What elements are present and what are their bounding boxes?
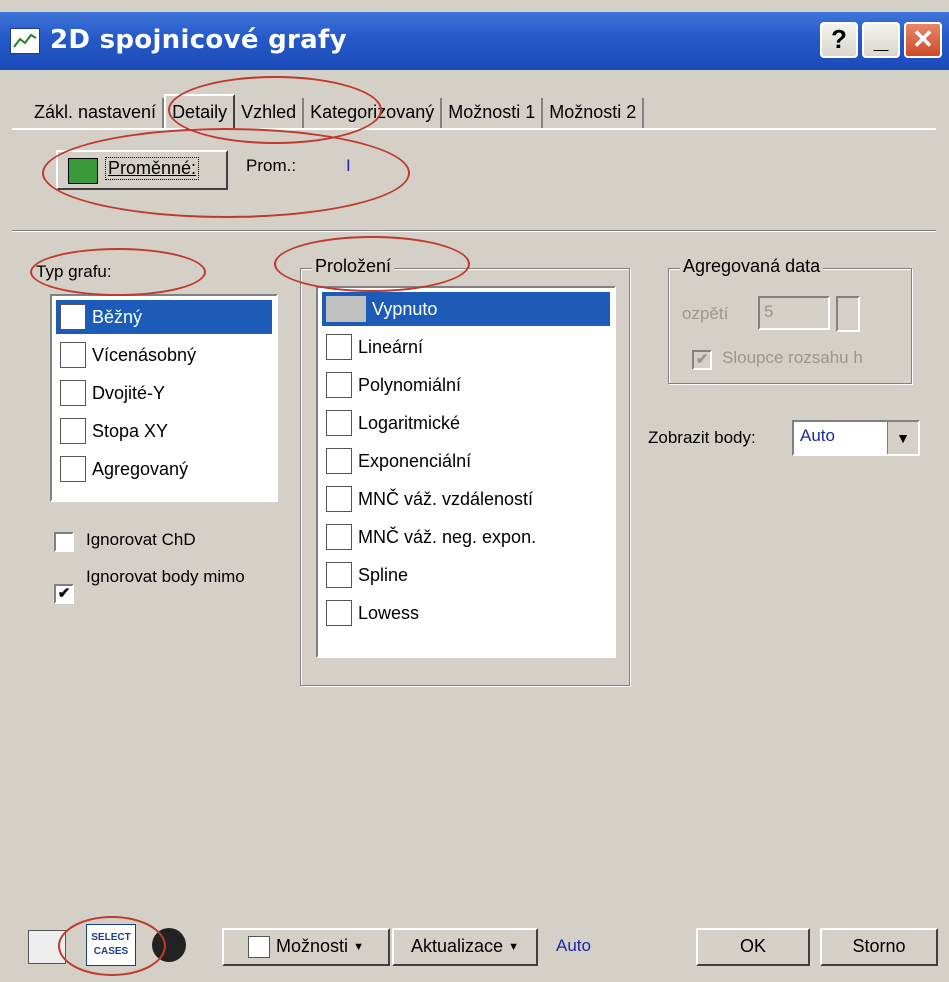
fit-item[interactable]: Vypnuto: [322, 292, 610, 326]
range-field[interactable]: 5: [758, 296, 830, 330]
columns-label: Sloupce rozsahu h: [722, 348, 863, 367]
app-icon: [10, 28, 40, 54]
fit-list[interactable]: Vypnuto Lineární Polynomiální Logaritmic…: [316, 286, 616, 658]
update-button[interactable]: Aktualizace ▼: [392, 928, 538, 966]
fit-logarithmic-icon: [326, 410, 352, 436]
fit-item[interactable]: Spline: [322, 558, 408, 592]
show-points-select[interactable]: Auto ▼: [792, 420, 920, 456]
fit-linear-icon: [326, 334, 352, 360]
chart-double-y-icon: [60, 380, 86, 406]
cancel-button[interactable]: Storno: [820, 928, 938, 966]
variables-icon: [68, 158, 98, 184]
ignore-md-label: Ignorovat ChD: [86, 530, 196, 549]
select-cases-button[interactable]: SELECT CASES: [86, 924, 136, 966]
dialog-window: 2D spojnicové grafy ? _ ✕ Zákl. nastaven…: [0, 0, 949, 982]
options-button[interactable]: Možnosti ▼: [222, 928, 390, 966]
chart-type-label: Typ grafu:: [36, 262, 112, 281]
tab-strip: Zákl. nastavení Detaily Vzhled Kategoriz…: [28, 92, 645, 130]
chart-type-list[interactable]: Běžný Vícenásobný Dvojité-Y Stopa XY Agr…: [50, 294, 278, 502]
summary-icon[interactable]: [28, 930, 66, 964]
options-icon: [248, 936, 271, 959]
fit-item[interactable]: Lowess: [322, 596, 419, 630]
fit-item[interactable]: MNČ váž. neg. expon.: [322, 520, 536, 554]
fit-off-icon: [326, 296, 366, 322]
ignore-md-checkbox[interactable]: [54, 532, 74, 552]
fit-label: Proložení: [312, 256, 395, 277]
tab-basic[interactable]: Zákl. nastavení: [28, 98, 165, 128]
tab-options-1[interactable]: Možnosti 1: [442, 98, 544, 128]
fit-item[interactable]: MNČ váž. vzdáleností: [322, 482, 533, 516]
window-title: 2D spojnicové grafy: [50, 25, 347, 55]
fit-item[interactable]: Exponenciální: [322, 444, 471, 478]
fit-item[interactable]: Lineární: [322, 330, 423, 364]
tab-appearance[interactable]: Vzhled: [235, 98, 305, 128]
tab-categorized[interactable]: Kategorizovaný: [304, 98, 443, 128]
minimize-button[interactable]: _: [862, 22, 900, 58]
caret-down-icon: ▼: [508, 940, 519, 953]
tab-options-2[interactable]: Možnosti 2: [543, 98, 645, 128]
variables-button[interactable]: Proměnné:: [56, 150, 228, 190]
chart-xy-trace-icon: [60, 418, 86, 444]
ignore-outliers-checkbox[interactable]: ✔: [54, 584, 74, 604]
fit-exponential-icon: [326, 448, 352, 474]
chart-multiple-icon: [60, 342, 86, 368]
ok-button[interactable]: OK: [696, 928, 810, 966]
chart-type-item[interactable]: Agregovaný: [56, 452, 188, 486]
update-value: Auto: [556, 936, 591, 955]
chevron-down-icon[interactable]: ▼: [887, 422, 918, 454]
fit-neg-exp-weighted-icon: [326, 524, 352, 550]
range-label: ozpětí: [682, 304, 729, 323]
range-spinner[interactable]: [836, 296, 860, 332]
columns-checkbox[interactable]: ✔: [692, 350, 712, 370]
aggregated-label: Agregovaná data: [680, 256, 824, 277]
title-bar[interactable]: 2D spojnicové grafy ? _ ✕: [0, 12, 949, 70]
fit-item[interactable]: Polynomiální: [322, 368, 461, 402]
tab-details[interactable]: Detaily: [164, 94, 236, 130]
prom-label: Prom.:: [246, 156, 297, 175]
separator: [12, 230, 936, 232]
chart-type-item[interactable]: Běžný: [56, 300, 272, 334]
fit-distance-weighted-icon: [326, 486, 352, 512]
fit-spline-icon: [326, 562, 352, 588]
variables-button-label: Proměnné:: [104, 157, 200, 180]
chart-aggregated-icon: [60, 456, 86, 482]
fit-lowess-icon: [326, 600, 352, 626]
chart-type-item[interactable]: Vícenásobný: [56, 338, 196, 372]
show-points-label: Zobrazit body:: [648, 428, 756, 447]
prom-value: I: [346, 156, 351, 175]
fit-item[interactable]: Logaritmické: [322, 406, 460, 440]
caret-down-icon: ▼: [353, 940, 364, 953]
chart-regular-icon: [60, 304, 86, 330]
close-button[interactable]: ✕: [904, 22, 942, 58]
ignore-outliers-label: Ignorovat body mimo: [86, 567, 245, 586]
help-button[interactable]: ?: [820, 22, 858, 58]
fit-polynomial-icon: [326, 372, 352, 398]
chart-type-item[interactable]: Dvojité-Y: [56, 376, 165, 410]
weight-icon[interactable]: [152, 928, 186, 962]
chart-type-item[interactable]: Stopa XY: [56, 414, 168, 448]
